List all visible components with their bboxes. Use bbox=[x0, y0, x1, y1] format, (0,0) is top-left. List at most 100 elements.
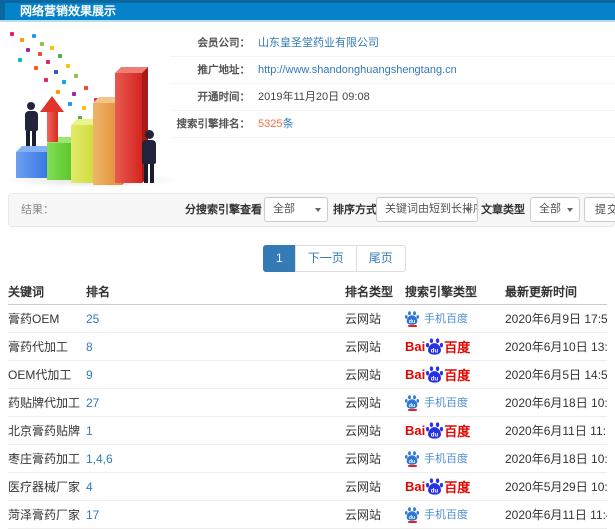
cell-rank: 1 bbox=[86, 416, 345, 445]
mobile-baidu-label: 手机百度 bbox=[424, 453, 468, 466]
header-rank-type: 排名类型 bbox=[345, 278, 405, 305]
header-update-time: 最新更新时间 bbox=[505, 278, 607, 305]
cell-keyword: 膏药OEM bbox=[8, 304, 86, 333]
member-info-panel: 会员公司： 山东皇圣堂药业有限公司 推广地址： http://www.shand… bbox=[170, 30, 615, 138]
engine-rank-count: 5325 bbox=[258, 118, 283, 130]
member-company-row: 会员公司： 山东皇圣堂药业有限公司 bbox=[170, 30, 615, 57]
promo-url-label: 推广地址： bbox=[197, 64, 251, 76]
red-underline-graphic bbox=[407, 324, 417, 327]
table-row: 枣庄膏药加工 1,4,6 云网站 du 手机百度 2020年6月18日 10:19 bbox=[8, 444, 607, 473]
table-row: 北京膏药贴牌 1 云网站 Baidu百度 2020年6月11日 11:18 bbox=[8, 416, 607, 445]
baidu-paw-icon: du bbox=[405, 395, 419, 409]
rank-link[interactable]: 9 bbox=[86, 368, 93, 382]
rank-link[interactable]: 17 bbox=[86, 508, 99, 522]
cell-update-time: 2020年6月10日 13:40 bbox=[505, 332, 607, 361]
baidu-paw-icon: du bbox=[426, 422, 444, 439]
table-row: 医疗器械厂家 4 云网站 Baidu百度 2020年5月29日 10:32 bbox=[8, 472, 607, 501]
baidu-logo: Bai du 百度 bbox=[405, 338, 471, 355]
chevron-down-icon bbox=[315, 208, 321, 212]
cell-engine: du 手机百度 bbox=[405, 500, 505, 529]
header-engine-type: 搜索引擎类型 bbox=[405, 278, 505, 305]
red-underline-graphic bbox=[407, 408, 417, 411]
submit-button[interactable]: 提交 bbox=[584, 197, 615, 222]
marketing-chart-image bbox=[2, 26, 185, 188]
rank-link[interactable]: 1 bbox=[86, 424, 93, 438]
article-type-select[interactable]: 全部 bbox=[530, 197, 580, 222]
cell-update-time: 2020年5月29日 10:32 bbox=[505, 472, 607, 501]
cell-update-time: 2020年6月5日 14:57 bbox=[505, 360, 607, 389]
confetti-graphic bbox=[10, 32, 14, 36]
cell-keyword: OEM代加工 bbox=[8, 360, 86, 389]
mobile-baidu-logo: du 手机百度 bbox=[405, 310, 468, 327]
rank-link[interactable]: 8 bbox=[86, 340, 93, 354]
promo-url-link[interactable]: http://www.shandonghuangshengtang.cn bbox=[258, 64, 457, 76]
table-row: 菏泽膏药厂家 17 云网站 du 手机百度 2020年6月11日 11:40 bbox=[8, 500, 607, 529]
engine-rank-label: 搜索引擎排名： bbox=[176, 118, 251, 130]
red-underline-graphic bbox=[407, 520, 417, 523]
pagination: 1 下一页 尾页 bbox=[263, 245, 406, 272]
next-page-button[interactable]: 下一页 bbox=[294, 245, 357, 272]
table-header-row: 关键词 排名 排名类型 搜索引擎类型 最新更新时间 bbox=[8, 278, 607, 305]
svg-text:du: du bbox=[431, 487, 439, 494]
cell-rank: 4 bbox=[86, 472, 345, 501]
engine-filter-value: 全部 bbox=[273, 203, 295, 215]
cell-engine: du 手机百度 bbox=[405, 304, 505, 333]
svg-text:du: du bbox=[431, 375, 439, 382]
baidu-paw-icon: du bbox=[405, 311, 419, 325]
rank-link[interactable]: 1,4,6 bbox=[86, 452, 113, 466]
page-button-current[interactable]: 1 bbox=[263, 245, 296, 272]
last-page-button[interactable]: 尾页 bbox=[355, 245, 406, 272]
baidu-paw-icon: du bbox=[405, 507, 419, 521]
rank-link[interactable]: 27 bbox=[86, 396, 99, 410]
svg-text:du: du bbox=[431, 347, 439, 354]
chevron-down-icon bbox=[465, 208, 471, 212]
table-row: 膏药代加工 8 云网站 Baidu百度 2020年6月10日 13:40 bbox=[8, 332, 607, 361]
cell-engine: du 手机百度 bbox=[405, 444, 505, 473]
cell-rank-type: 云网站 bbox=[345, 304, 405, 333]
header-keyword: 关键词 bbox=[8, 278, 86, 305]
engine-filter-select[interactable]: 全部 bbox=[264, 197, 328, 222]
baidu-logo: Bai du 百度 bbox=[405, 366, 471, 383]
cell-rank: 9 bbox=[86, 360, 345, 389]
table-row: OEM代加工 9 云网站 Bai du 百度 2020年6月5日 14:57 bbox=[8, 360, 607, 389]
businessman-figure-left bbox=[22, 102, 40, 146]
cell-update-time: 2020年6月11日 11:18 bbox=[505, 416, 607, 445]
cell-rank-type: 云网站 bbox=[345, 500, 405, 529]
rank-link[interactable]: 25 bbox=[86, 312, 99, 326]
mobile-baidu-label: 手机百度 bbox=[424, 397, 468, 410]
open-time-row: 开通时间： 2019年11月20日 09:08 bbox=[170, 84, 615, 111]
baidu-logo: Bai du 百度 bbox=[405, 422, 471, 439]
open-time-label: 开通时间： bbox=[197, 91, 251, 103]
cell-update-time: 2020年6月11日 11:40 bbox=[505, 500, 607, 529]
open-time-value: 2019年11月20日 09:08 bbox=[258, 91, 370, 103]
table-body: 膏药OEM 25 云网站 du 手机百度 2020年6月9日 17:50 膏药代加… bbox=[8, 304, 607, 529]
cell-update-time: 2020年6月9日 17:50 bbox=[505, 304, 607, 333]
mobile-baidu-logo: du 手机百度 bbox=[405, 394, 468, 411]
cell-rank-type: 云网站 bbox=[345, 388, 405, 417]
member-company-link[interactable]: 山东皇圣堂药业有限公司 bbox=[258, 37, 379, 49]
cell-engine: Bai du 百度 bbox=[405, 472, 505, 501]
cell-engine: du 手机百度 bbox=[405, 388, 505, 417]
cell-rank: 27 bbox=[86, 388, 345, 417]
cell-keyword: 药贴牌代加工 bbox=[8, 388, 86, 417]
title-bar: 网络营销效果展示 bbox=[0, 0, 615, 22]
cell-rank-type: 云网站 bbox=[345, 360, 405, 389]
article-type-value: 全部 bbox=[539, 203, 561, 215]
cell-engine: Bai du 百度 bbox=[405, 332, 505, 361]
svg-text:du: du bbox=[409, 403, 415, 409]
baidu-logo: Bai du 百度 bbox=[405, 478, 471, 495]
cell-rank: 1,4,6 bbox=[86, 444, 345, 473]
cell-keyword: 北京膏药贴牌 bbox=[8, 416, 86, 445]
sort-filter-select[interactable]: 关键词由短到长排序 bbox=[376, 197, 478, 222]
engine-rank-unit: 条 bbox=[282, 118, 294, 130]
baidu-paw-icon: du bbox=[426, 338, 444, 355]
result-label: 结果： bbox=[21, 204, 54, 216]
engine-rank-row: 搜索引擎排名： 5325条 bbox=[170, 111, 615, 138]
filter-bar: 结果： 分搜索引擎查看 全部 排序方式 关键词由短到长排序 文章类型 全部 提交 bbox=[8, 193, 615, 227]
page-title: 网络营销效果展示 bbox=[20, 4, 117, 18]
chart-bar-blue bbox=[16, 146, 55, 178]
cell-rank-type: 云网站 bbox=[345, 332, 405, 361]
cell-keyword: 枣庄膏药加工 bbox=[8, 444, 86, 473]
rank-link[interactable]: 4 bbox=[86, 480, 93, 494]
cell-keyword: 膏药代加工 bbox=[8, 332, 86, 361]
